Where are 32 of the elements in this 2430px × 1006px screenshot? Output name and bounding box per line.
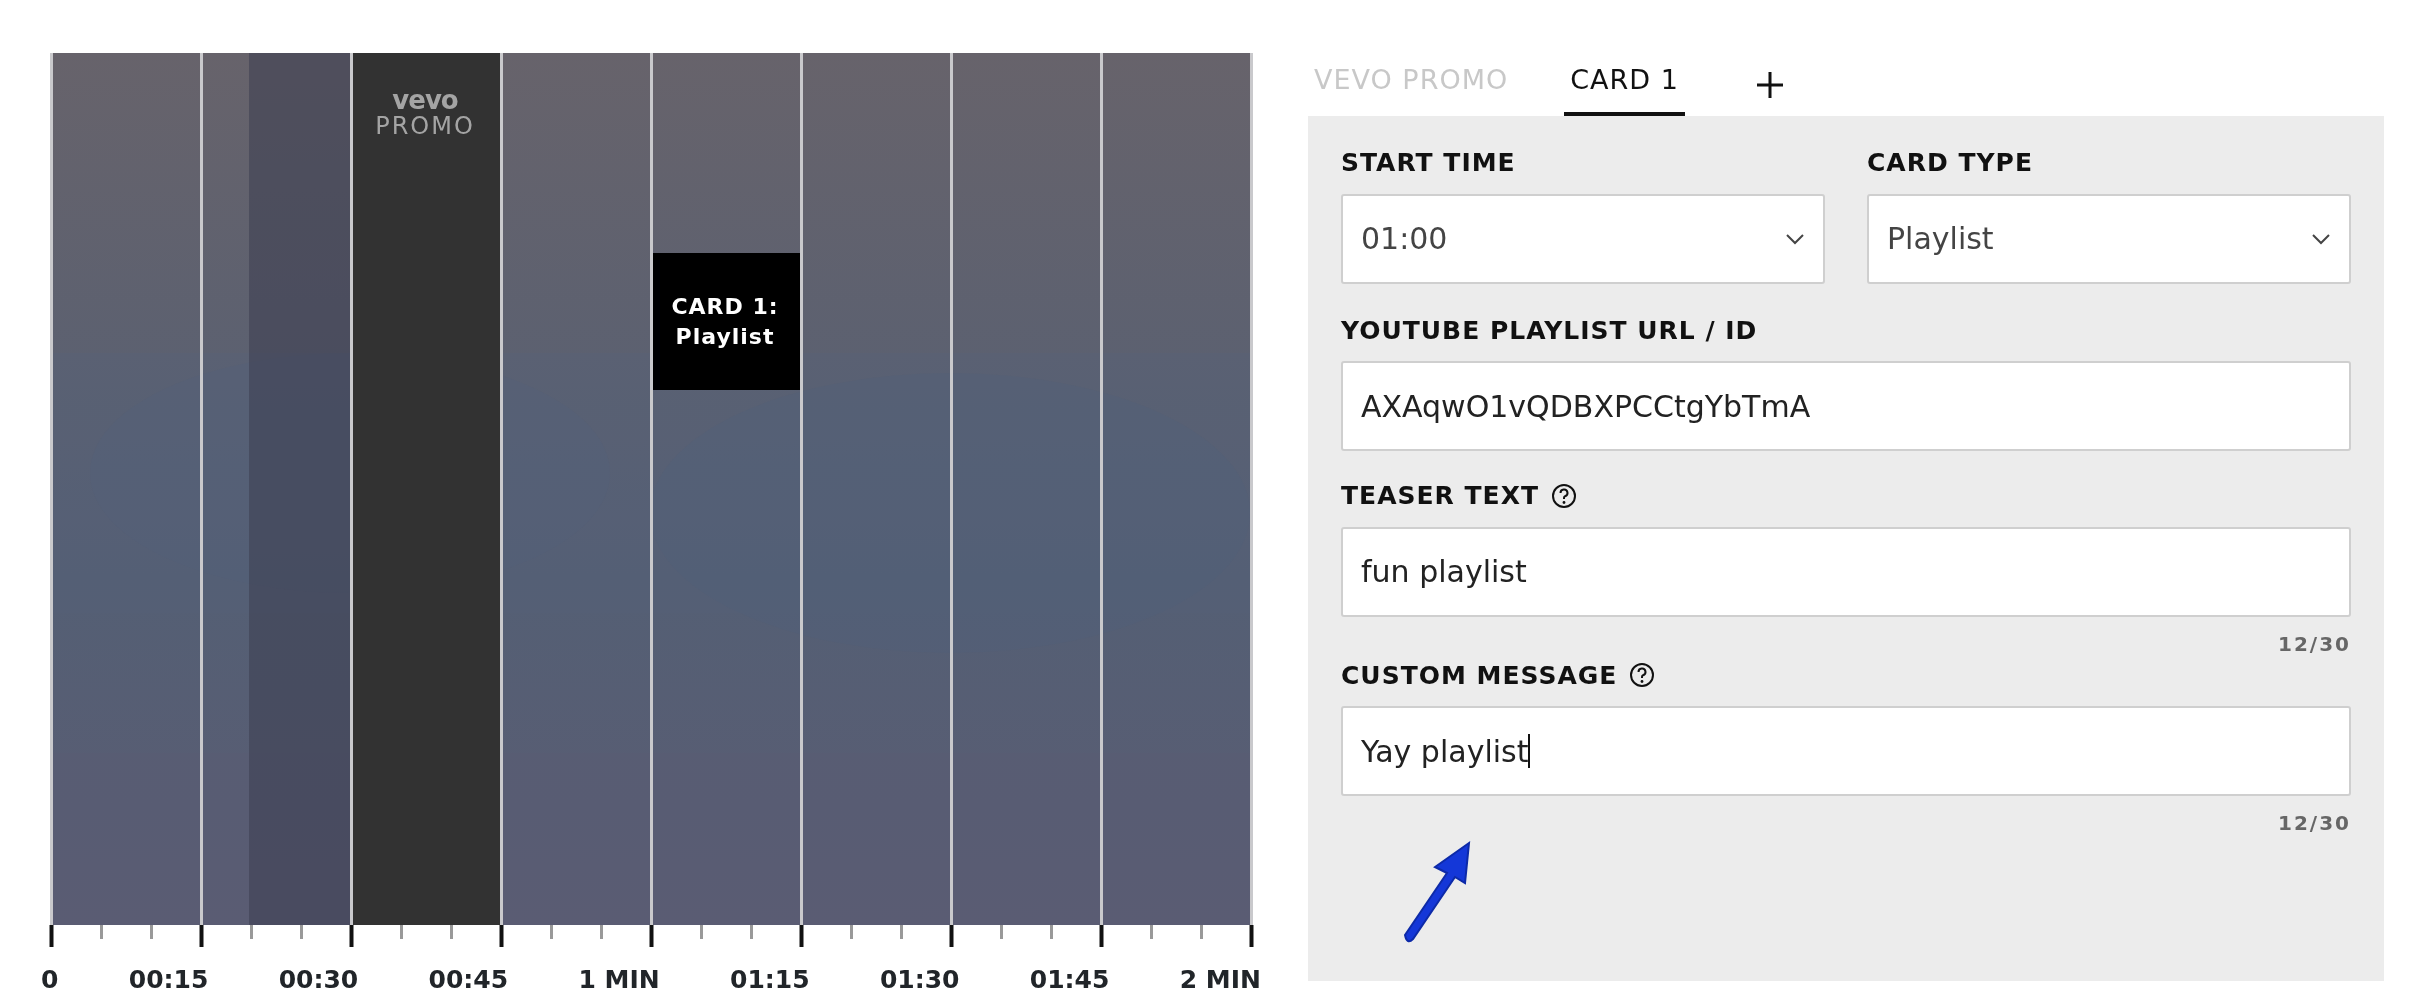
logo: vevo	[392, 87, 458, 113]
input-field[interactable]: AXAqwO1vQDBXPCCtgYbTmA	[1341, 361, 2351, 451]
help-icon[interactable]	[1629, 662, 1656, 689]
axis-label: 01:30	[879, 964, 960, 996]
card-title: CARD 1:	[671, 292, 779, 321]
character-counter: 12/30	[2278, 631, 2351, 656]
dropdown[interactable]: 01:00	[1341, 193, 1825, 284]
plus-icon	[1754, 70, 1785, 100]
field-label: TEASER TEXT	[1341, 480, 1539, 512]
input-field[interactable]: Yay playlist	[1341, 706, 2351, 796]
field-label: YOUTUBE PLAYLIST URL / ID	[1341, 314, 1758, 347]
axis-label: 01:15	[730, 964, 810, 996]
chevron-down-icon	[2311, 232, 2331, 245]
axis-label: 1 MIN	[578, 964, 660, 996]
dropdown[interactable]: Playlist	[1867, 193, 2351, 284]
axis-label: 2 MIN	[1179, 964, 1261, 996]
help-icon[interactable]	[1551, 482, 1577, 509]
axis-label: 0	[41, 964, 59, 996]
input-field[interactable]: fun playlist	[1341, 526, 2351, 617]
character-counter: 12/30	[2278, 811, 2351, 835]
axis-label: 01:45	[1029, 964, 1110, 996]
promo-block[interactable]: vevo PROMO	[350, 53, 500, 925]
card-type: Playlist	[675, 322, 775, 351]
axis-label: 00:45	[428, 964, 509, 996]
field-label: CARD TYPE	[1867, 147, 2034, 179]
chevron-down-icon	[1785, 232, 1805, 245]
field-label: CUSTOM MESSAGE	[1341, 659, 1618, 692]
promo-label: PROMO	[375, 113, 475, 140]
axis-label: 00:30	[278, 964, 359, 996]
card-block[interactable]: CARD 1: Playlist	[650, 253, 800, 390]
field-label: START TIME	[1341, 147, 1517, 179]
axis-label: 00:15	[128, 964, 209, 996]
